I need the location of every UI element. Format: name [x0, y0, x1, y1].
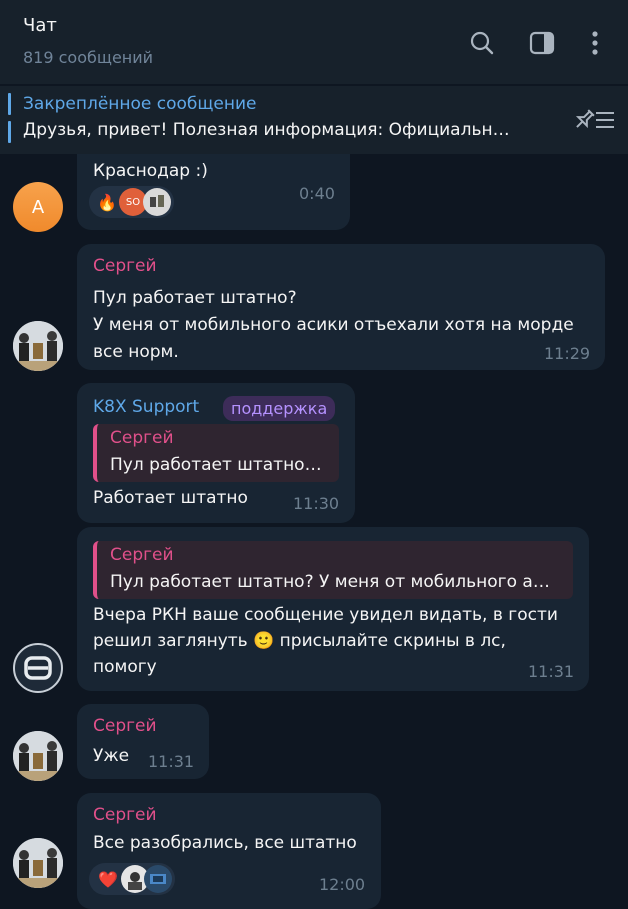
- sidebar-toggle-icon[interactable]: [527, 28, 557, 58]
- message-text: Уже: [93, 746, 130, 766]
- reply-text: Пул работает штатно…: [110, 455, 322, 475]
- pin-list-icon[interactable]: [572, 106, 616, 134]
- reply-sender: Сергей: [110, 428, 174, 448]
- message-list[interactable]: Краснодар :) 🔥 SO 0:40 A Сергей Пул рабо…: [0, 154, 628, 909]
- chat-header: Чат 819 сообщений: [0, 0, 628, 84]
- fire-reaction-icon[interactable]: 🔥: [93, 188, 121, 216]
- chat-title[interactable]: Чат: [23, 15, 57, 36]
- member-count: 819 сообщений: [23, 48, 154, 67]
- pinned-title: Закреплённое сообщение: [23, 94, 257, 114]
- reply-sender: Сергей: [110, 545, 174, 565]
- reactions-bar[interactable]: ❤️: [89, 863, 175, 895]
- more-menu-icon[interactable]: [580, 28, 610, 58]
- message-text-line: У меня от мобильного асики отъехали хотя…: [93, 315, 574, 335]
- sender-name[interactable]: Сергей: [93, 256, 157, 276]
- sender-name[interactable]: K8X Support: [93, 397, 199, 417]
- message-time: 0:40: [299, 184, 335, 203]
- heart-reaction-icon[interactable]: ❤️: [94, 865, 122, 893]
- reaction-user-avatar[interactable]: [143, 188, 171, 216]
- reply-preview[interactable]: Сергей Пул работает штатно? У меня от мо…: [93, 541, 573, 599]
- message-time: 11:31: [528, 662, 575, 681]
- message-bubble[interactable]: Краснодар :) 🔥 SO 0:40: [77, 154, 350, 230]
- message-text: Работает штатно: [93, 488, 248, 508]
- message-time: 11:29: [544, 344, 591, 363]
- pinned-text: Друзья, привет! Полезная информация: Офи…: [23, 120, 510, 140]
- support-badge: поддержка: [223, 396, 336, 421]
- sergey-avatar[interactable]: [13, 321, 63, 371]
- sender-name[interactable]: Сергей: [93, 805, 157, 825]
- message-text-line: помогу: [93, 657, 157, 677]
- sergey-avatar[interactable]: [13, 731, 63, 781]
- pinned-indicator: [8, 93, 11, 115]
- pinned-indicator: [8, 121, 11, 143]
- message-text: Все разобрались, все штатно: [93, 833, 357, 853]
- message-bubble[interactable]: Сергей Пул работает штатно? У меня от мо…: [77, 244, 605, 370]
- message-bubble[interactable]: Сергей Уже 11:31: [77, 704, 209, 779]
- search-icon[interactable]: [467, 28, 497, 58]
- message-bubble[interactable]: Сергей Все разобрались, все штатно ❤️ 12…: [77, 793, 381, 909]
- message-text-line: Вчера РКН ваше сообщение увидел видать, …: [93, 605, 558, 625]
- message-time: 11:31: [148, 752, 195, 771]
- message-bubble[interactable]: Сергей Пул работает штатно? У меня от мо…: [77, 527, 589, 691]
- k8x-support-avatar[interactable]: [13, 643, 63, 693]
- reply-preview[interactable]: Сергей Пул работает штатно…: [93, 424, 339, 482]
- message-text-line: решил заглянуть 🙂 присылайте скрины в лс…: [93, 631, 506, 651]
- pinned-message-bar[interactable]: Закреплённое сообщение Друзья, привет! П…: [0, 86, 628, 154]
- message-time: 11:30: [293, 494, 340, 513]
- reactions-bar[interactable]: 🔥 SO: [89, 186, 174, 218]
- message-time: 12:00: [319, 875, 366, 894]
- message-text-line: Пул работает штатно?: [93, 288, 297, 308]
- message-bubble[interactable]: K8X Support поддержка Сергей Пул работае…: [77, 383, 355, 523]
- message-text: Краснодар :): [93, 161, 208, 181]
- reply-text: Пул работает штатно? У меня от мобильног…: [110, 572, 550, 592]
- user-avatar[interactable]: A: [13, 182, 63, 232]
- sender-name[interactable]: Сергей: [93, 716, 157, 736]
- message-text-line: все норм.: [93, 342, 179, 362]
- reaction-user-avatar[interactable]: [144, 865, 172, 893]
- sergey-avatar[interactable]: [13, 838, 63, 888]
